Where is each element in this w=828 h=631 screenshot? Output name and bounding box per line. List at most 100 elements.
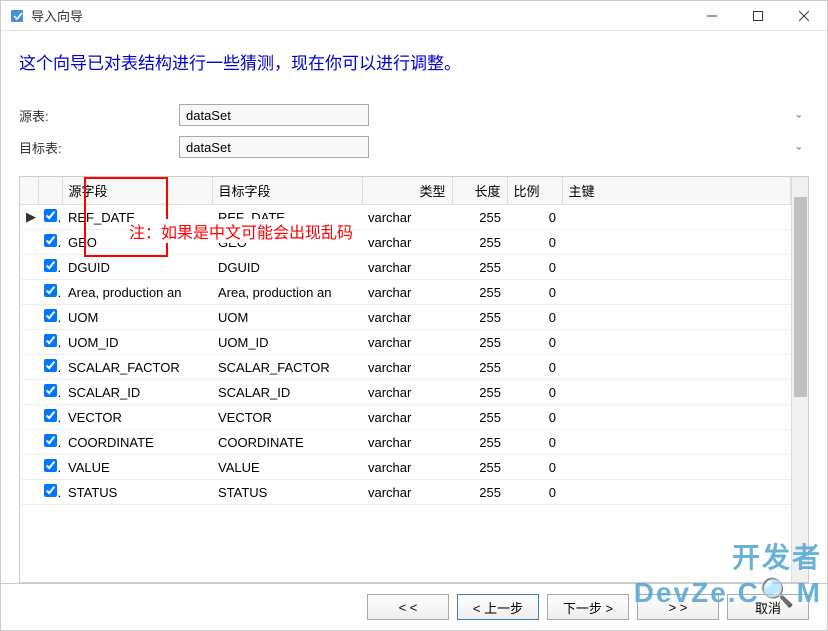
scrollbar-thumb[interactable]: [794, 197, 807, 397]
type-cell[interactable]: varchar: [362, 430, 452, 455]
pk-cell[interactable]: [562, 355, 791, 380]
type-cell[interactable]: varchar: [362, 205, 452, 230]
target-field-cell[interactable]: DGUID: [212, 255, 362, 280]
scale-cell[interactable]: 0: [507, 280, 562, 305]
include-checkbox[interactable]: [44, 459, 57, 472]
type-cell[interactable]: varchar: [362, 455, 452, 480]
scale-cell[interactable]: 0: [507, 380, 562, 405]
include-checkbox[interactable]: [44, 359, 57, 372]
target-field-cell[interactable]: STATUS: [212, 480, 362, 505]
table-row[interactable]: SCALAR_FACTORSCALAR_FACTORvarchar2550: [20, 355, 791, 380]
scale-cell[interactable]: 0: [507, 230, 562, 255]
source-field-cell[interactable]: SCALAR_ID: [62, 380, 212, 405]
table-row[interactable]: DGUIDDGUIDvarchar2550: [20, 255, 791, 280]
length-cell[interactable]: 255: [452, 380, 507, 405]
table-row[interactable]: STATUSSTATUSvarchar2550: [20, 480, 791, 505]
first-button[interactable]: < <: [367, 594, 449, 620]
length-cell[interactable]: 255: [452, 230, 507, 255]
source-field-cell[interactable]: Area, production an: [62, 280, 212, 305]
target-field-cell[interactable]: COORDINATE: [212, 430, 362, 455]
col-length[interactable]: 长度: [452, 177, 507, 205]
source-field-cell[interactable]: UOM_ID: [62, 330, 212, 355]
source-field-cell[interactable]: STATUS: [62, 480, 212, 505]
pk-cell[interactable]: [562, 430, 791, 455]
col-type[interactable]: 类型: [362, 177, 452, 205]
type-cell[interactable]: varchar: [362, 380, 452, 405]
pk-cell[interactable]: [562, 255, 791, 280]
include-checkbox[interactable]: [44, 484, 57, 497]
table-row[interactable]: VECTORVECTORvarchar2550: [20, 405, 791, 430]
scale-cell[interactable]: 0: [507, 430, 562, 455]
source-table-select[interactable]: [179, 104, 369, 126]
vertical-scrollbar[interactable]: [791, 177, 808, 582]
type-cell[interactable]: varchar: [362, 330, 452, 355]
source-field-cell[interactable]: SCALAR_FACTOR: [62, 355, 212, 380]
source-field-cell[interactable]: VALUE: [62, 455, 212, 480]
minimize-button[interactable]: [689, 1, 735, 31]
table-row[interactable]: UOM_IDUOM_IDvarchar2550: [20, 330, 791, 355]
col-pk[interactable]: 主键: [562, 177, 791, 205]
length-cell[interactable]: 255: [452, 430, 507, 455]
type-cell[interactable]: varchar: [362, 480, 452, 505]
table-row[interactable]: VALUEVALUEvarchar2550: [20, 455, 791, 480]
prev-button[interactable]: < 上一步: [457, 594, 539, 620]
next-button[interactable]: 下一步 >: [547, 594, 629, 620]
include-checkbox[interactable]: [44, 309, 57, 322]
include-checkbox[interactable]: [44, 209, 57, 222]
target-table-select[interactable]: [179, 136, 369, 158]
pk-cell[interactable]: [562, 405, 791, 430]
include-checkbox[interactable]: [44, 234, 57, 247]
length-cell[interactable]: 255: [452, 355, 507, 380]
target-field-cell[interactable]: VECTOR: [212, 405, 362, 430]
pk-cell[interactable]: [562, 330, 791, 355]
col-target[interactable]: 目标字段: [212, 177, 362, 205]
length-cell[interactable]: 255: [452, 455, 507, 480]
length-cell[interactable]: 255: [452, 405, 507, 430]
length-cell[interactable]: 255: [452, 255, 507, 280]
pk-cell[interactable]: [562, 305, 791, 330]
length-cell[interactable]: 255: [452, 305, 507, 330]
include-checkbox[interactable]: [44, 284, 57, 297]
scale-cell[interactable]: 0: [507, 355, 562, 380]
include-checkbox[interactable]: [44, 434, 57, 447]
col-scale[interactable]: 比例: [507, 177, 562, 205]
scale-cell[interactable]: 0: [507, 205, 562, 230]
length-cell[interactable]: 255: [452, 280, 507, 305]
table-row[interactable]: COORDINATECOORDINATEvarchar2550: [20, 430, 791, 455]
target-field-cell[interactable]: VALUE: [212, 455, 362, 480]
scale-cell[interactable]: 0: [507, 330, 562, 355]
target-field-cell[interactable]: SCALAR_ID: [212, 380, 362, 405]
maximize-button[interactable]: [735, 1, 781, 31]
pk-cell[interactable]: [562, 205, 791, 230]
source-field-cell[interactable]: VECTOR: [62, 405, 212, 430]
type-cell[interactable]: varchar: [362, 305, 452, 330]
include-checkbox[interactable]: [44, 259, 57, 272]
close-button[interactable]: [781, 1, 827, 31]
scale-cell[interactable]: 0: [507, 255, 562, 280]
target-field-cell[interactable]: UOM_ID: [212, 330, 362, 355]
type-cell[interactable]: varchar: [362, 355, 452, 380]
pk-cell[interactable]: [562, 480, 791, 505]
pk-cell[interactable]: [562, 455, 791, 480]
target-field-cell[interactable]: Area, production an: [212, 280, 362, 305]
table-row[interactable]: SCALAR_IDSCALAR_IDvarchar2550: [20, 380, 791, 405]
length-cell[interactable]: 255: [452, 480, 507, 505]
pk-cell[interactable]: [562, 280, 791, 305]
source-field-cell[interactable]: COORDINATE: [62, 430, 212, 455]
table-row[interactable]: UOMUOMvarchar2550: [20, 305, 791, 330]
scale-cell[interactable]: 0: [507, 455, 562, 480]
target-field-cell[interactable]: SCALAR_FACTOR: [212, 355, 362, 380]
length-cell[interactable]: 255: [452, 330, 507, 355]
scale-cell[interactable]: 0: [507, 405, 562, 430]
type-cell[interactable]: varchar: [362, 405, 452, 430]
pk-cell[interactable]: [562, 230, 791, 255]
type-cell[interactable]: varchar: [362, 280, 452, 305]
pk-cell[interactable]: [562, 380, 791, 405]
include-checkbox[interactable]: [44, 334, 57, 347]
source-field-cell[interactable]: UOM: [62, 305, 212, 330]
table-row[interactable]: Area, production anArea, production anva…: [20, 280, 791, 305]
target-field-cell[interactable]: UOM: [212, 305, 362, 330]
source-field-cell[interactable]: DGUID: [62, 255, 212, 280]
cancel-button[interactable]: 取消: [727, 594, 809, 620]
type-cell[interactable]: varchar: [362, 255, 452, 280]
